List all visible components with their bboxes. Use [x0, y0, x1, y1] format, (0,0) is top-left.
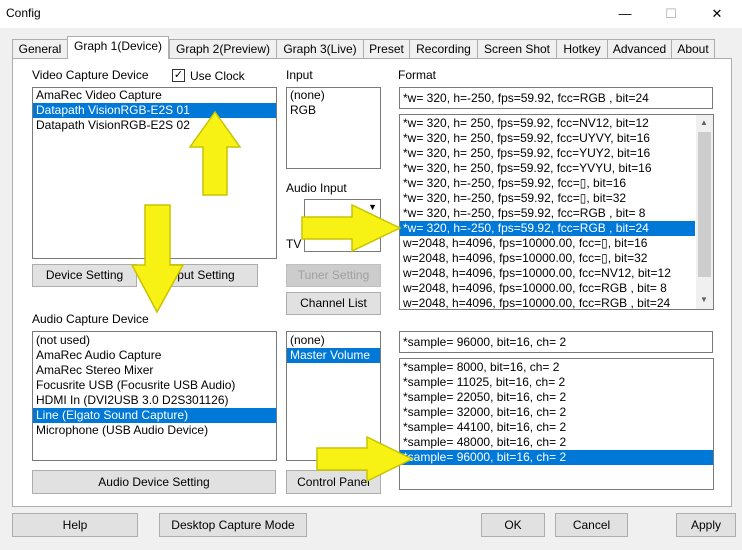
format-item[interactable]: w=2048, h=4096, fps=10000.00, fcc=RGB , …: [400, 281, 695, 296]
tv-combo[interactable]: [304, 231, 381, 252]
format-list[interactable]: *w= 320, h= 250, fps=59.92, fcc=NV12, bi…: [399, 114, 714, 310]
format-item[interactable]: w=2048, h=4096, fps=10000.00, fcc=NV12, …: [400, 266, 695, 281]
audio-input-label: Audio Input: [286, 181, 347, 195]
tab-screen-shot[interactable]: Screen Shot: [477, 39, 557, 58]
maximize-icon[interactable]: ☐: [648, 0, 694, 28]
scroll-up-icon[interactable]: ▲: [700, 118, 708, 127]
video-device-item[interactable]: AmaRec Video Capture: [33, 88, 276, 103]
video-device-list[interactable]: AmaRec Video Capture Datapath VisionRGB-…: [32, 87, 277, 259]
title-bar: Config — ☐ ✕: [0, 0, 742, 28]
format-label: Format: [398, 68, 437, 82]
tab-graph1-device[interactable]: Graph 1(Device): [67, 36, 169, 59]
audio-items: (not used) AmaRec Audio Capture AmaRec Ste…: [33, 333, 276, 438]
tab-graph2-preview[interactable]: Graph 2(Preview): [169, 39, 277, 58]
sample-item-selected[interactable]: *sample= 96000, bit=16, ch= 2: [400, 450, 713, 465]
help-button[interactable]: Help: [12, 513, 138, 537]
format-item[interactable]: w=2048, h=4096, fps=10000.00, fcc=RGB , …: [400, 296, 695, 309]
sample-item[interactable]: *sample= 44100, bit=16, ch= 2: [400, 420, 713, 435]
audio-device-item-selected[interactable]: Line (Elgato Sound Capture): [33, 408, 276, 423]
sample-current-field[interactable]: *sample= 96000, bit=16, ch= 2: [399, 331, 713, 353]
sample-item[interactable]: *sample= 8000, bit=16, ch= 2: [400, 360, 713, 375]
use-clock-checkbox[interactable]: ✓: [172, 69, 185, 82]
audio-device-setting-button[interactable]: Audio Device Setting: [32, 470, 276, 494]
input-label: Input: [286, 68, 313, 82]
format-item[interactable]: *w= 320, h=-250, fps=59.92, fcc=RGB , bi…: [400, 206, 695, 221]
channel-list-button[interactable]: Channel List: [286, 292, 381, 315]
format-current-field[interactable]: *w= 320, h=-250, fps=59.92, fcc=RGB , bi…: [399, 87, 713, 109]
format-item[interactable]: *w= 320, h= 250, fps=59.92, fcc=YUY2, bi…: [400, 146, 695, 161]
chevron-down-icon: ▼: [368, 202, 377, 212]
audio-input-item-selected[interactable]: Master Volume: [287, 348, 380, 363]
format-items: *w= 320, h= 250, fps=59.92, fcc=NV12, bi…: [400, 116, 695, 309]
tab-preset[interactable]: Preset: [363, 39, 410, 58]
input-setting-button[interactable]: Input Setting: [144, 264, 258, 287]
audio-capture-label: Audio Capture Device: [32, 312, 149, 326]
video-capture-label: Video Capture Device: [32, 68, 149, 82]
input-item[interactable]: (none): [287, 88, 380, 103]
tab-recording[interactable]: Recording: [409, 39, 478, 58]
desktop-capture-mode-button[interactable]: Desktop Capture Mode: [159, 513, 307, 537]
tv-label: TV: [286, 237, 302, 251]
tuner-setting-button[interactable]: Tuner Setting: [286, 264, 381, 287]
audio-input-item[interactable]: (none): [287, 333, 380, 348]
format-item[interactable]: w=2048, h=4096, fps=10000.00, fcc=▯, bit…: [400, 251, 695, 266]
sample-item[interactable]: *sample= 48000, bit=16, ch= 2: [400, 435, 713, 450]
audio-device-item[interactable]: AmaRec Stereo Mixer: [33, 363, 276, 378]
tab-about[interactable]: About: [671, 39, 715, 58]
format-item[interactable]: *w= 320, h= 250, fps=59.92, fcc=NV12, bi…: [400, 116, 695, 131]
audio-device-item[interactable]: Microphone (USB Audio Device): [33, 423, 276, 438]
audio-device-item[interactable]: (not used): [33, 333, 276, 348]
sample-item[interactable]: *sample= 32000, bit=16, ch= 2: [400, 405, 713, 420]
input-list[interactable]: (none) RGB: [286, 87, 381, 169]
audio-device-item[interactable]: AmaRec Audio Capture: [33, 348, 276, 363]
video-device-setting-button[interactable]: Device Setting: [32, 264, 137, 287]
sample-items: *sample= 8000, bit=16, ch= 2 *sample= 110…: [400, 360, 713, 465]
audio-input-list[interactable]: (none) Master Volume: [286, 331, 381, 461]
video-device-item-selected[interactable]: Datapath VisionRGB-E2S 01: [33, 103, 276, 118]
format-item[interactable]: *w= 320, h=-250, fps=59.92, fcc=▯, bit=1…: [400, 176, 695, 191]
audio-input-combo[interactable]: ▼: [304, 199, 381, 220]
audio-device-item[interactable]: HDMI In (DVI2USB 3.0 D2S301126): [33, 393, 276, 408]
format-item[interactable]: *w= 320, h= 250, fps=59.92, fcc=YVYU, bi…: [400, 161, 695, 176]
format-item[interactable]: *w= 320, h=-250, fps=59.92, fcc=▯, bit=3…: [400, 191, 695, 206]
close-icon[interactable]: ✕: [694, 0, 740, 28]
window-title: Config: [6, 6, 41, 20]
scroll-down-icon[interactable]: ▼: [700, 295, 708, 304]
scroll-thumb[interactable]: [698, 132, 711, 277]
ok-button[interactable]: OK: [481, 513, 545, 537]
control-panel-button[interactable]: Control Panel: [286, 470, 381, 494]
format-item[interactable]: w=2048, h=4096, fps=10000.00, fcc=▯, bit…: [400, 236, 695, 251]
apply-button[interactable]: Apply: [676, 513, 736, 537]
cancel-button[interactable]: Cancel: [555, 513, 628, 537]
format-item-selected[interactable]: *w= 320, h=-250, fps=59.92, fcc=RGB , bi…: [400, 221, 695, 236]
sample-list[interactable]: *sample= 8000, bit=16, ch= 2 *sample= 110…: [399, 358, 714, 490]
tab-hotkey[interactable]: Hotkey: [556, 39, 608, 58]
use-clock-label: Use Clock: [190, 69, 245, 83]
format-scrollbar[interactable]: ▲ ▼: [696, 115, 713, 309]
sample-item[interactable]: *sample= 11025, bit=16, ch= 2: [400, 375, 713, 390]
tab-advanced[interactable]: Advanced: [607, 39, 672, 58]
audio-device-list[interactable]: (not used) AmaRec Audio Capture AmaRec Ste…: [32, 331, 277, 461]
minimize-icon[interactable]: —: [602, 0, 648, 28]
audio-device-item[interactable]: Focusrite USB (Focusrite USB Audio): [33, 378, 276, 393]
sample-item[interactable]: *sample= 22050, bit=16, ch= 2: [400, 390, 713, 405]
tab-graph3-live[interactable]: Graph 3(Live): [276, 39, 364, 58]
input-item[interactable]: RGB: [287, 103, 380, 118]
format-item[interactable]: *w= 320, h= 250, fps=59.92, fcc=UYVY, bi…: [400, 131, 695, 146]
video-device-item[interactable]: Datapath VisionRGB-E2S 02: [33, 118, 276, 133]
tab-general[interactable]: General: [12, 39, 68, 58]
